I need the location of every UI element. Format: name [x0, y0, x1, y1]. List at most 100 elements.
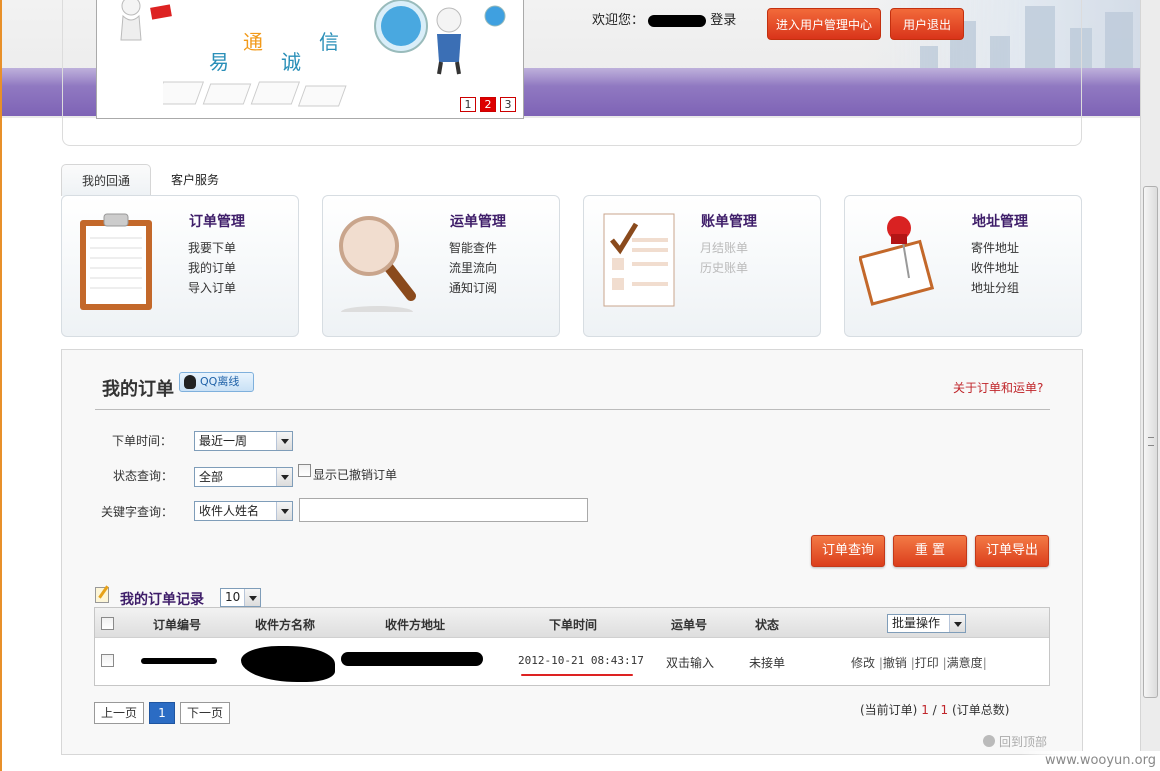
link-place-order[interactable]: 我要下单	[188, 239, 236, 256]
chevron-down-icon	[276, 432, 292, 450]
info-prefix: (当前订单)	[860, 703, 918, 717]
divider	[95, 409, 1050, 410]
watermark: www.wooyun.org	[1020, 751, 1160, 771]
show-cancelled-checkbox[interactable]	[298, 464, 311, 477]
keyword-type-value: 收件人姓名	[199, 504, 260, 518]
logout-button[interactable]: 用户退出	[890, 8, 964, 40]
card-title: 地址管理	[972, 214, 1028, 230]
satisfaction-link[interactable]: 满意度	[947, 656, 983, 670]
total-count: 1	[940, 703, 949, 717]
keyword-label: 关键字查询：	[101, 505, 174, 519]
pagination-info: (当前订单) 1 / 1 (订单总数)	[860, 701, 1009, 718]
arrow-up-icon	[983, 735, 995, 747]
banner-word: 易	[209, 50, 229, 74]
order-export-button[interactable]: 订单导出	[975, 535, 1049, 567]
link-my-orders[interactable]: 我的订单	[188, 259, 236, 276]
status-label: 状态查询：	[113, 469, 174, 483]
slide-dot-1[interactable]: 1	[460, 97, 476, 112]
qq-status-button[interactable]: QQ离线	[179, 372, 254, 392]
documents-icon	[163, 81, 347, 107]
status-value: 全部	[199, 470, 224, 484]
banner-word: 通	[243, 30, 263, 54]
link-import-orders[interactable]: 导入订单	[188, 279, 236, 296]
link-flow-direction[interactable]: 流里流向	[449, 259, 497, 276]
back-to-top-label: 回到顶部	[999, 735, 1048, 749]
card-address-management: 地址管理 寄件地址 收件地址 地址分组	[844, 195, 1082, 337]
row-checkbox[interactable]	[101, 654, 114, 667]
orders-title: 我的订单	[102, 379, 174, 400]
link-receiver-address[interactable]: 收件地址	[971, 259, 1019, 276]
link-notification-subscribe[interactable]: 通知订阅	[449, 279, 497, 296]
page-size-select[interactable]: 10	[220, 588, 261, 607]
batch-operation-select[interactable]: 批量操作	[887, 614, 966, 633]
order-time-value: 最近一周	[199, 434, 248, 448]
order-query-button[interactable]: 订单查询	[811, 535, 885, 567]
next-page-button[interactable]: 下一页	[180, 702, 230, 724]
card-bill-management: 账单管理 月结账单 历史账单	[583, 195, 821, 337]
back-to-top-link[interactable]: 回到顶部	[983, 733, 1047, 750]
checklist-icon	[603, 213, 675, 307]
cancel-link[interactable]: 撤销	[883, 656, 907, 670]
records-title: 我的订单记录	[120, 592, 204, 608]
annotation-underline	[521, 674, 633, 676]
chevron-down-icon	[244, 589, 260, 606]
batch-operation-value: 批量操作	[892, 616, 941, 630]
count-separator: /	[932, 703, 937, 717]
keyword-type-select[interactable]: 收件人姓名	[194, 501, 293, 521]
slide-dot-3[interactable]: 3	[500, 97, 516, 112]
keyword-input[interactable]	[299, 498, 588, 522]
magnifier-icon	[339, 216, 416, 312]
column-receiver-address: 收件方地址	[385, 618, 446, 632]
link-sender-address[interactable]: 寄件地址	[971, 239, 1019, 256]
tab-customer-service[interactable]: 客户服务	[160, 164, 230, 196]
page-1-button[interactable]: 1	[149, 702, 175, 724]
link-address-group[interactable]: 地址分组	[971, 279, 1019, 296]
info-suffix: (订单总数)	[952, 703, 1010, 717]
page-size-value: 10	[225, 590, 241, 604]
login-suffix: 登录	[710, 13, 737, 28]
card-title: 订单管理	[189, 214, 245, 230]
vertical-scrollbar[interactable]	[1140, 0, 1160, 771]
redacted-order-number[interactable]	[141, 658, 217, 664]
link-monthly-bill[interactable]: 月结账单	[700, 239, 748, 256]
order-time-select[interactable]: 最近一周	[194, 431, 293, 451]
welcome-prefix: 欢迎您：	[592, 13, 645, 28]
status-cell: 未接单	[749, 656, 786, 670]
tab-my-huitong[interactable]: 我的回通	[61, 164, 151, 196]
reset-button[interactable]: 重 置	[893, 535, 967, 567]
status-select[interactable]: 全部	[194, 467, 293, 487]
column-order-number: 订单编号	[153, 618, 202, 632]
orders-table: 订单编号 收件方名称 收件方地址 下单时间 运单号 状态 批量操作 2012-1…	[94, 607, 1050, 686]
waybill-cell[interactable]: 双击输入	[666, 654, 714, 671]
link-smart-tracking[interactable]: 智能查件	[449, 239, 497, 256]
slide-dot-2[interactable]: 2	[480, 97, 496, 112]
figure-icon	[120, 0, 172, 41]
column-receiver-name: 收件方名称	[255, 618, 316, 632]
user-center-button[interactable]: 进入用户管理中心	[767, 8, 881, 40]
column-order-time: 下单时间	[549, 618, 598, 632]
order-time-cell: 2012-10-21 08:43:17	[518, 654, 644, 667]
current-count: 1	[921, 703, 929, 717]
select-all-checkbox[interactable]	[101, 617, 114, 630]
card-title: 运单管理	[450, 214, 506, 230]
redacted-receiver-name	[241, 646, 335, 682]
card-title: 账单管理	[701, 214, 757, 230]
column-status: 状态	[755, 618, 780, 632]
banner-word: 诚	[281, 50, 301, 74]
banner-slideshow[interactable]: 易 通 诚 信 1 2 3	[96, 0, 524, 119]
redacted-username	[648, 14, 707, 27]
table-header: 订单编号 收件方名称 收件方地址 下单时间 运单号 状态 批量操作	[95, 608, 1049, 638]
card-order-management: 订单管理 我要下单 我的订单 导入订单	[61, 195, 299, 337]
pushpin-icon	[859, 216, 935, 306]
magnifier-figure-icon	[374, 0, 506, 75]
order-time-label: 下单时间：	[112, 434, 173, 448]
edit-link[interactable]: 修改	[851, 656, 875, 670]
chevron-down-icon	[276, 468, 292, 486]
about-orders-link[interactable]: 关于订单和运单?	[953, 379, 1043, 396]
print-link[interactable]: 打印	[915, 656, 939, 670]
prev-page-button[interactable]: 上一页	[94, 702, 144, 724]
clipboard-icon	[80, 213, 152, 310]
chevron-down-icon	[276, 502, 292, 520]
scrollbar-thumb[interactable]	[1143, 186, 1158, 698]
link-history-bill[interactable]: 历史账单	[700, 259, 748, 276]
